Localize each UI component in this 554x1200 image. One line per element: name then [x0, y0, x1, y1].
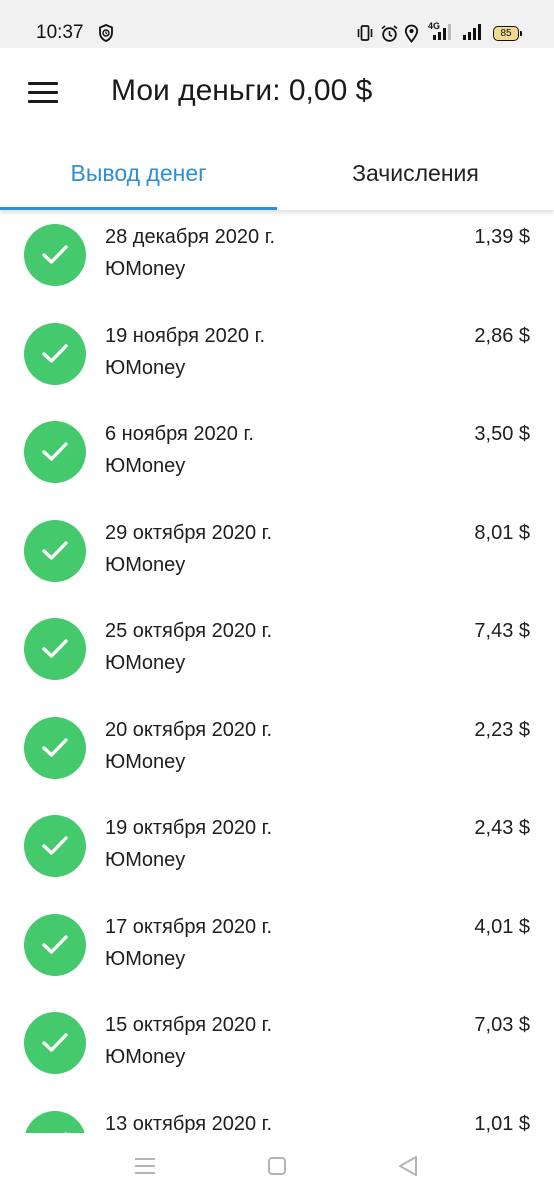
svg-text:4G: 4G [428, 21, 440, 31]
transaction-date: 6 ноября 2020 г. [105, 423, 254, 445]
check-icon [24, 618, 86, 680]
transaction-recipient: ЮMoney [105, 553, 186, 576]
transaction-date: 28 декабря 2020 г. [105, 226, 276, 248]
transaction-recipient: ЮMoney [105, 652, 186, 674]
page-title: Мои деньги: 0,00 $ [111, 74, 373, 107]
list-item[interactable]: 15 октября 2020 г. ЮMoney 7,03 $ [0, 998, 554, 1097]
transaction-date: 13 октября 2020 г. [105, 1112, 273, 1134]
app-header: Мои деньги: 0,00 $ [0, 48, 554, 140]
transaction-date: 19 октября 2020 г. [105, 817, 273, 839]
recent-apps-icon[interactable] [134, 1157, 156, 1180]
check-icon [24, 1110, 86, 1133]
check-icon [24, 815, 86, 877]
check-icon [24, 716, 86, 779]
screen: 10:37 4G 85 Мои деньги: 0,00 $ Вывод ден… [0, 0, 554, 1200]
tab-deposits[interactable]: Зачисления [277, 140, 554, 210]
check-icon [24, 1012, 86, 1074]
list-item[interactable]: 28 декабря 2020 г. ЮMoney 1,39 $ [0, 210, 554, 309]
navigation-bar [0, 1133, 554, 1200]
transaction-date: 29 октября 2020 г. [105, 521, 273, 544]
transaction-amount: 3,50 $ [474, 423, 530, 445]
transaction-amount: 1,01 $ [474, 1112, 530, 1134]
list-item[interactable]: 25 октября 2020 г. ЮMoney 7,43 $ [0, 604, 554, 703]
location-icon [404, 24, 419, 48]
back-icon[interactable] [397, 1155, 419, 1182]
transaction-date: 20 октября 2020 г. [105, 718, 273, 741]
active-tab-indicator [0, 207, 277, 210]
list-item[interactable]: 13 октября 2020 г. 1,01 $ [0, 1097, 554, 1134]
transaction-recipient: ЮMoney [105, 750, 186, 773]
transaction-date: 17 октября 2020 г. [105, 915, 273, 938]
tab-label: Зачисления [352, 160, 479, 186]
transaction-amount: 2,23 $ [474, 718, 530, 741]
list-item[interactable]: 20 октября 2020 г. ЮMoney 2,23 $ [0, 703, 554, 802]
transaction-amount: 8,01 $ [474, 521, 530, 544]
battery-icon: 85 [493, 26, 522, 41]
transaction-date: 19 ноября 2020 г. [105, 324, 265, 347]
check-icon [24, 421, 86, 483]
list-item[interactable]: 29 октября 2020 г. ЮMoney 8,01 $ [0, 506, 554, 605]
transaction-date: 25 октября 2020 г. [105, 620, 273, 642]
transaction-list[interactable]: 28 декабря 2020 г. ЮMoney 1,39 $ 19 нояб… [0, 210, 554, 1133]
alarm-icon [380, 24, 399, 48]
transaction-amount: 4,01 $ [474, 915, 530, 938]
tabs: Вывод денег Зачисления [0, 140, 554, 210]
transaction-recipient: ЮMoney [105, 1046, 186, 1068]
transaction-date: 15 октября 2020 г. [105, 1014, 273, 1036]
vibrate-icon [356, 24, 374, 47]
transaction-amount: 1,39 $ [474, 226, 530, 248]
transaction-amount: 7,43 $ [474, 620, 530, 642]
tab-withdrawal[interactable]: Вывод денег [0, 140, 277, 210]
transaction-amount: 7,03 $ [474, 1014, 530, 1036]
status-time: 10:37 [36, 22, 84, 43]
transaction-recipient: ЮMoney [105, 849, 186, 871]
transaction-recipient: ЮMoney [105, 947, 186, 970]
transaction-amount: 2,43 $ [474, 817, 530, 839]
list-item[interactable]: 17 октября 2020 г. ЮMoney 4,01 $ [0, 900, 554, 999]
check-icon [24, 322, 86, 385]
shield-clock-icon [98, 24, 114, 47]
list-item[interactable]: 19 октября 2020 г. ЮMoney 2,43 $ [0, 801, 554, 900]
signal-4g-icon: 4G [427, 20, 455, 47]
hamburger-menu-icon[interactable] [22, 72, 64, 114]
transaction-recipient: ЮMoney [105, 455, 186, 477]
check-icon [24, 224, 86, 286]
tab-label: Вывод денег [70, 160, 207, 186]
list-item[interactable]: 6 ноября 2020 г. ЮMoney 3,50 $ [0, 407, 554, 506]
status-bar: 10:37 4G 85 [0, 0, 554, 48]
home-icon[interactable] [267, 1156, 287, 1181]
list-item[interactable]: 19 ноября 2020 г. ЮMoney 2,86 $ [0, 309, 554, 408]
check-icon [24, 913, 86, 976]
transaction-amount: 2,86 $ [474, 324, 530, 347]
transaction-recipient: ЮMoney [105, 258, 186, 280]
check-icon [24, 519, 86, 582]
signal-icon [462, 22, 486, 47]
transaction-recipient: ЮMoney [105, 356, 186, 379]
